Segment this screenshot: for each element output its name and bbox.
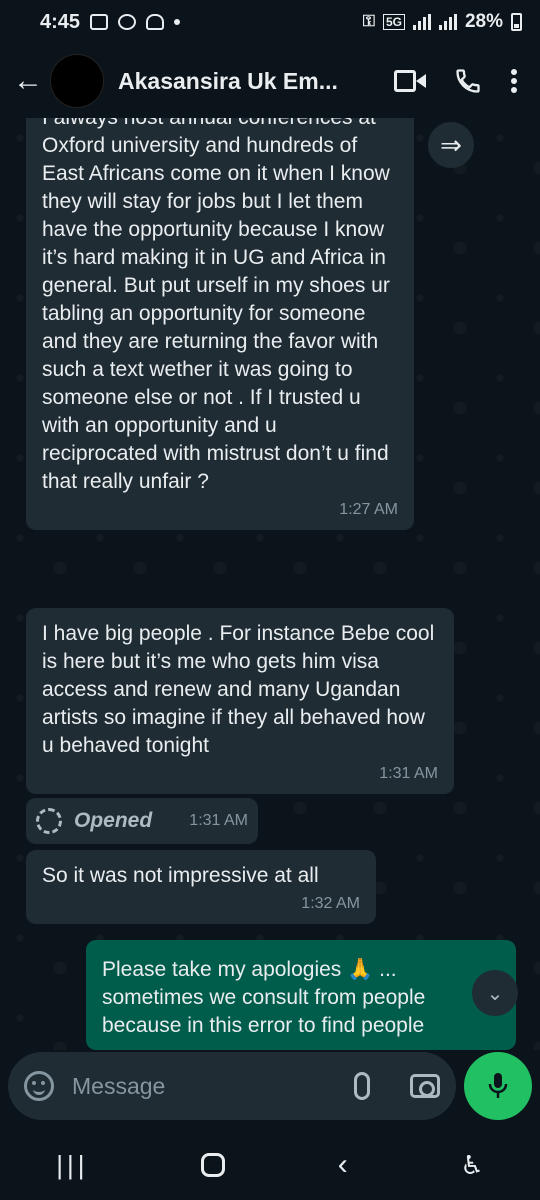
signal-2-icon <box>438 14 457 30</box>
recent-apps-icon[interactable]: ||| <box>56 1150 88 1181</box>
view-once-icon <box>36 808 62 834</box>
battery-icon <box>511 13 522 31</box>
view-once-label: Opened <box>74 809 153 832</box>
status-bar: 4:45 ⚿ 5G 28% <box>0 0 540 44</box>
attach-icon[interactable] <box>354 1072 370 1100</box>
message-text: Please take my apologies 🙏 ... sometimes… <box>102 958 426 1037</box>
forward-icon[interactable]: ⇒ <box>428 122 474 168</box>
contact-name[interactable]: Akasansira Uk Em... <box>118 68 350 95</box>
home-icon[interactable] <box>201 1153 226 1177</box>
snapchat-notification-icon <box>146 14 165 30</box>
key-icon: ⚿ <box>362 13 375 30</box>
battery-percent: 28% <box>464 11 503 32</box>
message-time: 1:31 AM <box>189 812 248 829</box>
nav-back-icon[interactable]: ‹ <box>338 1148 348 1182</box>
message-bubble[interactable]: I have big people . For instance Bebe co… <box>26 608 454 794</box>
signal-1-icon <box>412 14 431 30</box>
message-bubble[interactable]: I always host annual conferences at Oxfo… <box>26 118 414 530</box>
message-bubble[interactable]: So it was not impressive at all 1:32 AM <box>26 850 376 924</box>
message-time: 1:32 AM <box>301 895 360 912</box>
message-text: I have big people . For instance Bebe co… <box>42 622 435 757</box>
view-once-opened-message[interactable]: Opened 1:31 AM <box>26 798 258 844</box>
message-time: 1:27 AM <box>339 501 398 518</box>
network-type: 5G <box>382 14 405 30</box>
video-call-icon[interactable] <box>394 70 426 92</box>
chat-header: ← Akasansira Uk Em... <box>0 44 540 118</box>
whatsapp-notification-icon <box>118 14 137 30</box>
message-text: So it was not impressive at all <box>42 864 319 887</box>
phone-icon[interactable] <box>454 67 482 95</box>
mic-button[interactable] <box>464 1052 532 1120</box>
scroll-down-icon[interactable]: ⌄ <box>472 970 518 1016</box>
message-composer <box>8 1052 456 1120</box>
more-options-icon[interactable] <box>510 68 518 94</box>
camera-icon[interactable] <box>410 1074 440 1098</box>
more-notifications-dot-icon <box>174 19 181 25</box>
message-text: I always host annual conferences at Oxfo… <box>42 118 390 493</box>
gallery-notification-icon <box>90 14 109 30</box>
emoji-icon[interactable] <box>24 1071 54 1101</box>
accessibility-icon[interactable]: ♿ <box>460 1150 483 1181</box>
system-nav-bar: ||| ‹ ♿ <box>0 1130 540 1200</box>
chat-area[interactable]: I always host annual conferences at Oxfo… <box>0 118 540 1050</box>
outgoing-message-bubble[interactable]: Please take my apologies 🙏 ... sometimes… <box>86 940 516 1050</box>
mic-icon <box>488 1073 508 1098</box>
message-time: 1:31 AM <box>379 765 438 782</box>
contact-avatar[interactable] <box>50 54 104 108</box>
back-arrow-icon[interactable]: ← <box>10 63 46 99</box>
status-time: 4:45 <box>40 10 81 33</box>
message-input[interactable] <box>72 1072 322 1100</box>
